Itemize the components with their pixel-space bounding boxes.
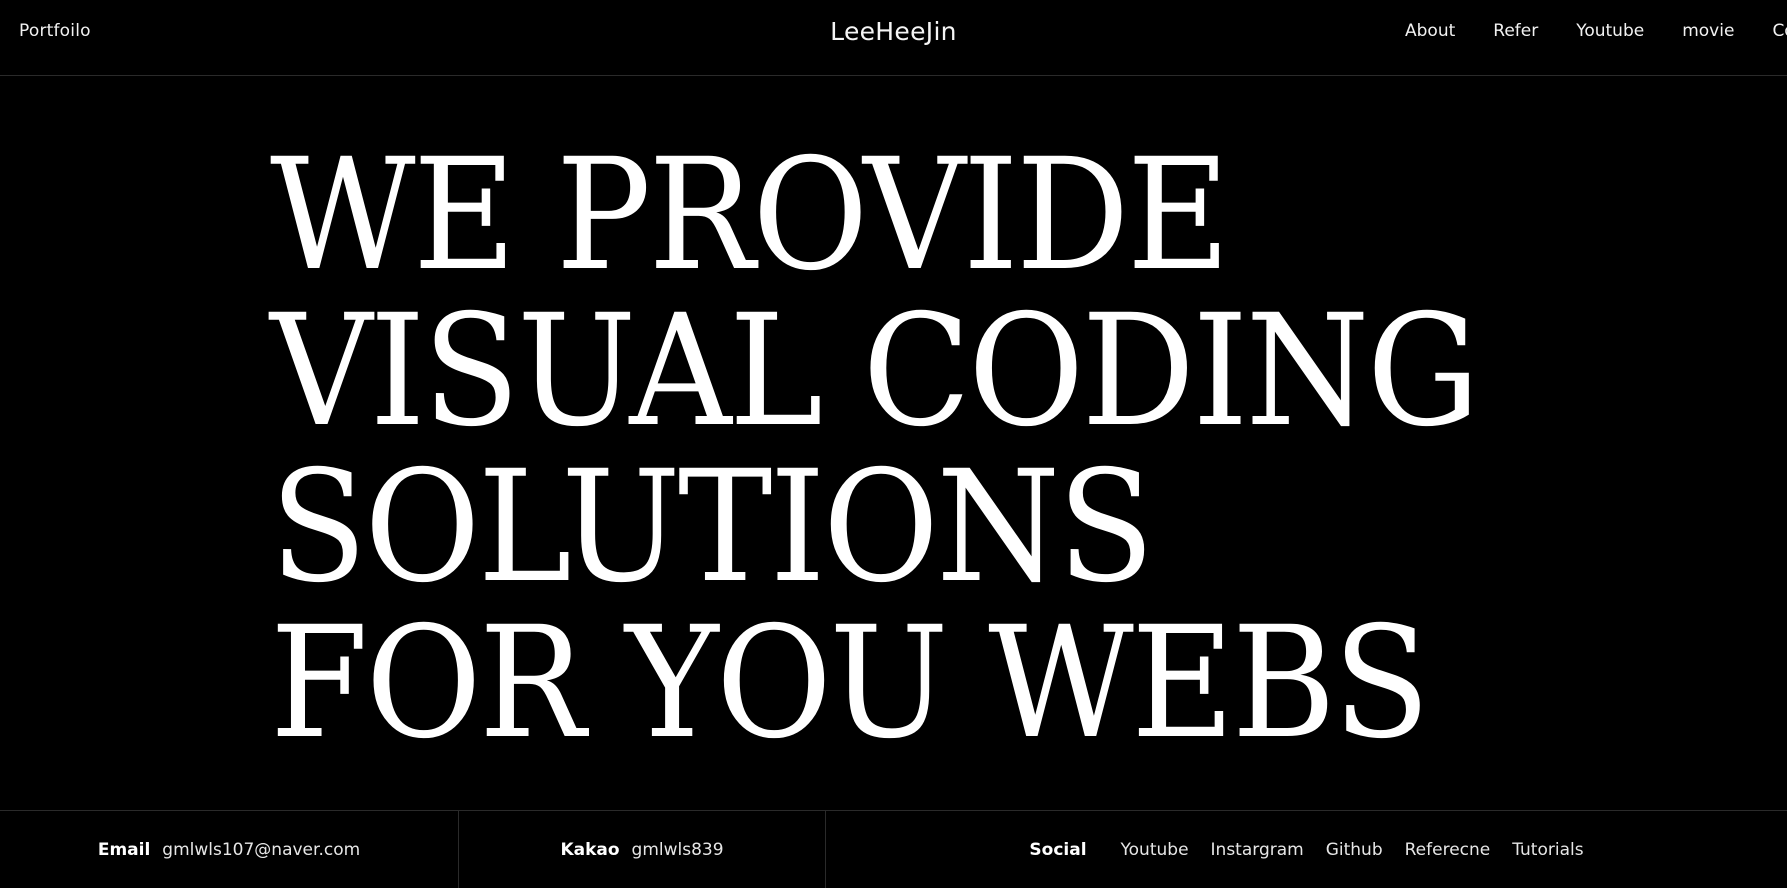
nav-about[interactable]: About [1405, 21, 1455, 41]
nav-youtube[interactable]: Youtube [1576, 21, 1644, 41]
footer-social: Social Youtube Instargram Github Referec… [826, 811, 1787, 888]
social-reference[interactable]: Referecne [1405, 840, 1491, 860]
main-nav: About Refer Youtube movie Contact [1405, 21, 1787, 41]
social-instagram[interactable]: Instargram [1211, 840, 1304, 860]
social-github[interactable]: Github [1326, 840, 1383, 860]
email-label: Email [97, 839, 151, 860]
hero-line-2: VISUAL CODING [270, 282, 1480, 461]
footer-kakao: Kakao gmlwls839 [459, 811, 826, 888]
kakao-label: Kakao [560, 839, 620, 860]
nav-contact[interactable]: Contact [1772, 21, 1787, 41]
nav-refer[interactable]: Refer [1493, 21, 1538, 41]
email-link[interactable]: gmlwls107@naver.com [162, 840, 360, 860]
hero-line-1: WE PROVIDE [270, 126, 1230, 305]
hero-line-3: SOLUTIONS [270, 438, 1155, 617]
social-label: Social [1029, 839, 1087, 860]
nav-movie[interactable]: movie [1682, 21, 1734, 41]
hero-headline: WE PROVIDE VISUAL CODING SOLUTIONS FOR Y… [270, 138, 1670, 762]
kakao-id[interactable]: gmlwls839 [632, 840, 724, 860]
site-header: Portfoilo LeeHeeJin About Refer Youtube … [0, 0, 1787, 76]
social-tutorials[interactable]: Tutorials [1512, 840, 1583, 860]
hero-line-4: FOR YOU WEBS [270, 594, 1430, 773]
social-youtube[interactable]: Youtube [1121, 840, 1189, 860]
site-footer: Email gmlwls107@naver.com Kakao gmlwls83… [0, 810, 1787, 888]
footer-email: Email gmlwls107@naver.com [0, 811, 459, 888]
